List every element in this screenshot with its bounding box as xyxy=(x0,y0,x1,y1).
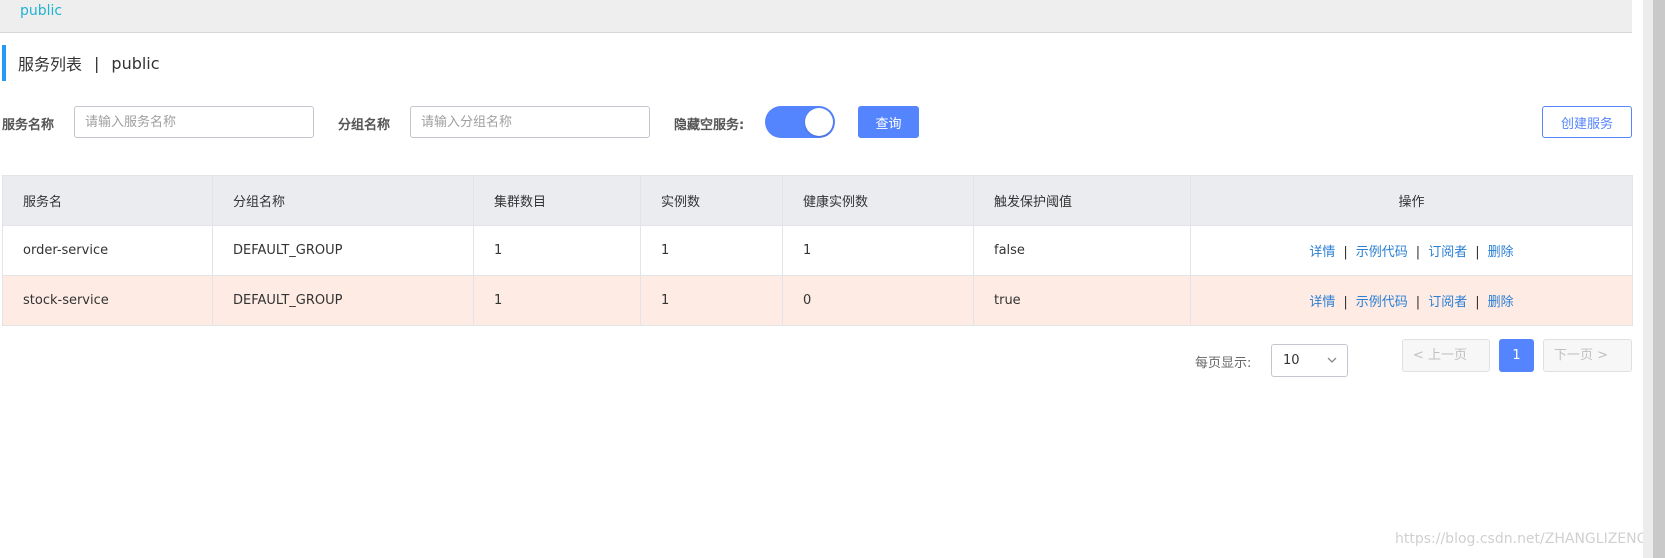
group-name-input[interactable] xyxy=(410,106,650,138)
actions-cell: 详情 | 示例代码 | 订阅者 | 删除 xyxy=(1190,275,1633,326)
column-header: 操作 xyxy=(1190,175,1633,226)
subscriber-link[interactable]: 订阅者 xyxy=(1428,295,1467,310)
sample-code-link[interactable]: 示例代码 xyxy=(1356,245,1408,260)
query-button[interactable]: 查询 xyxy=(858,106,919,138)
table-row: order-service DEFAULT_GROUP 1 1 1 false … xyxy=(2,225,1633,276)
title-separator: | xyxy=(94,53,100,73)
page: public 服务列表 | public 服务名称 分组名称 隐藏空服务: 查询… xyxy=(0,0,1665,558)
instance-count-cell: 1 xyxy=(640,225,783,276)
scrollbar-thumb[interactable] xyxy=(1653,0,1665,558)
hide-empty-toggle[interactable] xyxy=(765,106,835,138)
toggle-knob xyxy=(805,108,833,136)
vertical-scrollbar[interactable] xyxy=(1643,0,1665,558)
table-header-row: 服务名 分组名称 集群数目 实例数 健康实例数 触发保护阈值 操作 xyxy=(2,175,1633,226)
column-header: 实例数 xyxy=(640,175,783,226)
column-header: 服务名 xyxy=(2,175,213,226)
column-header: 集群数目 xyxy=(473,175,641,226)
table-row: stock-service DEFAULT_GROUP 1 1 0 true 详… xyxy=(2,275,1633,326)
service-table: 服务名 分组名称 集群数目 实例数 健康实例数 触发保护阈值 操作 order-… xyxy=(2,175,1633,326)
action-divider: | xyxy=(1415,295,1421,310)
group-name-cell: DEFAULT_GROUP xyxy=(212,275,474,326)
current-page-button[interactable]: 1 xyxy=(1499,339,1534,372)
action-divider: | xyxy=(1475,245,1480,260)
prev-page-button[interactable]: < 上一页 xyxy=(1402,339,1490,372)
actions-cell: 详情 | 示例代码 | 订阅者 | 删除 xyxy=(1190,225,1633,276)
column-header: 分组名称 xyxy=(212,175,474,226)
group-name-label: 分组名称 xyxy=(338,118,391,133)
create-service-button[interactable]: 创建服务 xyxy=(1542,106,1632,138)
filter-bar: 服务名称 分组名称 隐藏空服务: 查询 创建服务 xyxy=(0,106,1632,138)
service-name-cell: stock-service xyxy=(2,275,213,326)
delete-link[interactable]: 删除 xyxy=(1488,245,1514,260)
page-title-text: 服务列表 xyxy=(18,55,83,74)
namespace-bar: public xyxy=(0,0,1632,33)
page-size-select[interactable]: 10 xyxy=(1271,344,1348,377)
title-namespace: public xyxy=(111,53,160,73)
action-divider: | xyxy=(1343,245,1348,260)
page-title: 服务列表 | public xyxy=(2,45,160,81)
watermark: https://blog.csdn.net/ZHANGLIZENG xyxy=(1395,531,1648,547)
service-name-input[interactable] xyxy=(74,106,314,138)
action-divider: | xyxy=(1475,295,1480,310)
protect-threshold-cell: false xyxy=(973,225,1191,276)
action-divider: | xyxy=(1343,295,1348,310)
chevron-down-icon xyxy=(1327,357,1337,363)
detail-link[interactable]: 详情 xyxy=(1309,295,1335,310)
page-size-value: 10 xyxy=(1283,353,1300,368)
column-header: 触发保护阈值 xyxy=(973,175,1191,226)
service-name-label: 服务名称 xyxy=(2,118,55,133)
page-size-label: 每页显示: xyxy=(1195,356,1252,371)
service-name-cell: order-service xyxy=(2,225,213,276)
detail-link[interactable]: 详情 xyxy=(1309,245,1335,260)
protect-threshold-cell: true xyxy=(973,275,1191,326)
healthy-count-cell: 0 xyxy=(782,275,974,326)
cluster-count-cell: 1 xyxy=(473,225,641,276)
sample-code-link[interactable]: 示例代码 xyxy=(1356,295,1408,310)
column-header: 健康实例数 xyxy=(782,175,974,226)
next-page-button[interactable]: 下一页 > xyxy=(1543,339,1632,372)
action-divider: | xyxy=(1415,245,1421,260)
namespace-tab-public[interactable]: public xyxy=(20,3,62,19)
cluster-count-cell: 1 xyxy=(473,275,641,326)
group-name-cell: DEFAULT_GROUP xyxy=(212,225,474,276)
subscriber-link[interactable]: 订阅者 xyxy=(1428,245,1467,260)
hide-empty-label: 隐藏空服务: xyxy=(674,118,745,133)
healthy-count-cell: 1 xyxy=(782,225,974,276)
delete-link[interactable]: 删除 xyxy=(1488,295,1514,310)
instance-count-cell: 1 xyxy=(640,275,783,326)
